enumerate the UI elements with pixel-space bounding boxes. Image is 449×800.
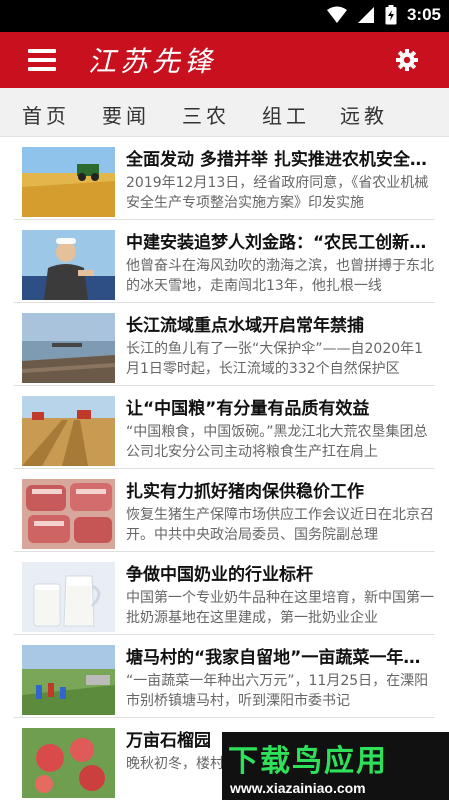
menu-icon[interactable] xyxy=(28,49,56,71)
news-title: 全面发动 多措并举 扎实推进农机安全生产 xyxy=(126,150,434,170)
news-thumbnail xyxy=(22,230,115,300)
news-thumbnail xyxy=(22,479,115,549)
news-item[interactable]: 争做中国奶业的行业标杆 中国第一个专业奶牛品种在这里培育，新中国第一批奶源基地在… xyxy=(0,552,449,635)
watermark-logo: 下载鸟应用 xyxy=(228,744,388,779)
news-thumbnail xyxy=(22,645,115,715)
news-item[interactable]: 全面发动 多措并举 扎实推进农机安全生产 2019年12月13日，经省政府同意，… xyxy=(0,137,449,220)
app-title: 江苏先锋 xyxy=(88,45,217,78)
status-icons: 3:05 xyxy=(326,5,441,25)
news-thumbnail xyxy=(22,728,115,798)
gear-icon[interactable] xyxy=(395,48,419,72)
status-time: 3:05 xyxy=(406,5,441,24)
tab-home[interactable]: 首页 xyxy=(22,100,70,129)
news-thumbnail xyxy=(22,313,115,383)
news-thumbnail xyxy=(22,396,115,466)
tab-distance-education[interactable]: 远教 xyxy=(340,100,388,129)
app-bar: 江苏先锋 xyxy=(0,32,449,88)
news-item[interactable]: 中建安装追梦人刘金路：“农民工创新之星” 他曾奋斗在海风劲吹的渤海之滨，也曾拼搏… xyxy=(0,220,449,303)
news-thumbnail xyxy=(22,147,115,217)
news-summary: 2019年12月13日，经省政府同意，《省农业机械安全生产专项整治实施方案》印发… xyxy=(126,175,429,211)
status-bar: 3:05 xyxy=(0,0,449,32)
news-item[interactable]: 长江流域重点水域开启常年禁捕 长江的鱼儿有了一张“大保护伞”——自2020年1月… xyxy=(0,303,449,386)
tab-agriculture[interactable]: 三农 xyxy=(182,100,230,129)
wifi-icon xyxy=(326,6,347,23)
news-item[interactable]: 扎实有力抓好猪肉保供稳价工作 恢复生猪生产保障市场供应工作会议近日在北京召开。中… xyxy=(0,469,449,552)
news-title: 扎实有力抓好猪肉保供稳价工作 xyxy=(126,482,364,502)
news-summary: 他曾奋斗在海风劲吹的渤海之滨，也曾拼搏于东北的冰天雪地，走南闯北13年，他扎根一… xyxy=(126,258,434,294)
news-summary: “中国粮食，中国饭碗。”黑龙江北大荒农垦集团总公司北安分公司主动将粮食生产扛在肩… xyxy=(126,424,428,460)
news-title: 中建安装追梦人刘金路：“农民工创新之星” xyxy=(126,233,434,253)
watermark-url: www.xiazainiao.com xyxy=(230,780,366,796)
news-item[interactable]: 让“中国粮”有分量有品质有效益 “中国粮食，中国饭碗。”黑龙江北大荒农垦集团总公… xyxy=(0,386,449,469)
tab-news[interactable]: 要闻 xyxy=(102,100,150,129)
news-thumbnail xyxy=(22,562,115,632)
watermark: 下载鸟应用 www.xiazainiao.com xyxy=(222,732,449,800)
signal-icon xyxy=(357,7,374,23)
news-summary: “一亩蔬菜一年种出六万元”，11月25日，在溧阳市别桥镇塘马村，听到溧阳市委书记 xyxy=(126,673,429,709)
news-item[interactable]: 塘马村的“我家自留地”一亩蔬菜一年种出六万元 “一亩蔬菜一年种出六万元”，11月… xyxy=(0,635,449,718)
news-title: 让“中国粮”有分量有品质有效益 xyxy=(126,399,370,419)
news-title: 塘马村的“我家自留地”一亩蔬菜一年种出六万元 xyxy=(126,648,434,668)
news-summary: 恢复生猪生产保障市场供应工作会议近日在北京召开。中共中央政治局委员、国务院副总理 xyxy=(126,507,434,543)
news-summary: 中国第一个专业奶牛品种在这里培育，新中国第一批奶源基地在这里建成，第一批奶业企业 xyxy=(126,590,434,626)
tab-organization[interactable]: 组工 xyxy=(262,100,310,129)
news-title: 争做中国奶业的行业标杆 xyxy=(126,565,313,585)
tab-bar: 首页 要闻 三农 组工 远教 xyxy=(0,88,449,137)
battery-icon xyxy=(385,5,397,25)
news-summary: 长江的鱼儿有了一张“大保护伞”——自2020年1月1日零时起，长江流域的332个… xyxy=(126,341,424,377)
news-title: 长江流域重点水域开启常年禁捕 xyxy=(126,316,364,336)
